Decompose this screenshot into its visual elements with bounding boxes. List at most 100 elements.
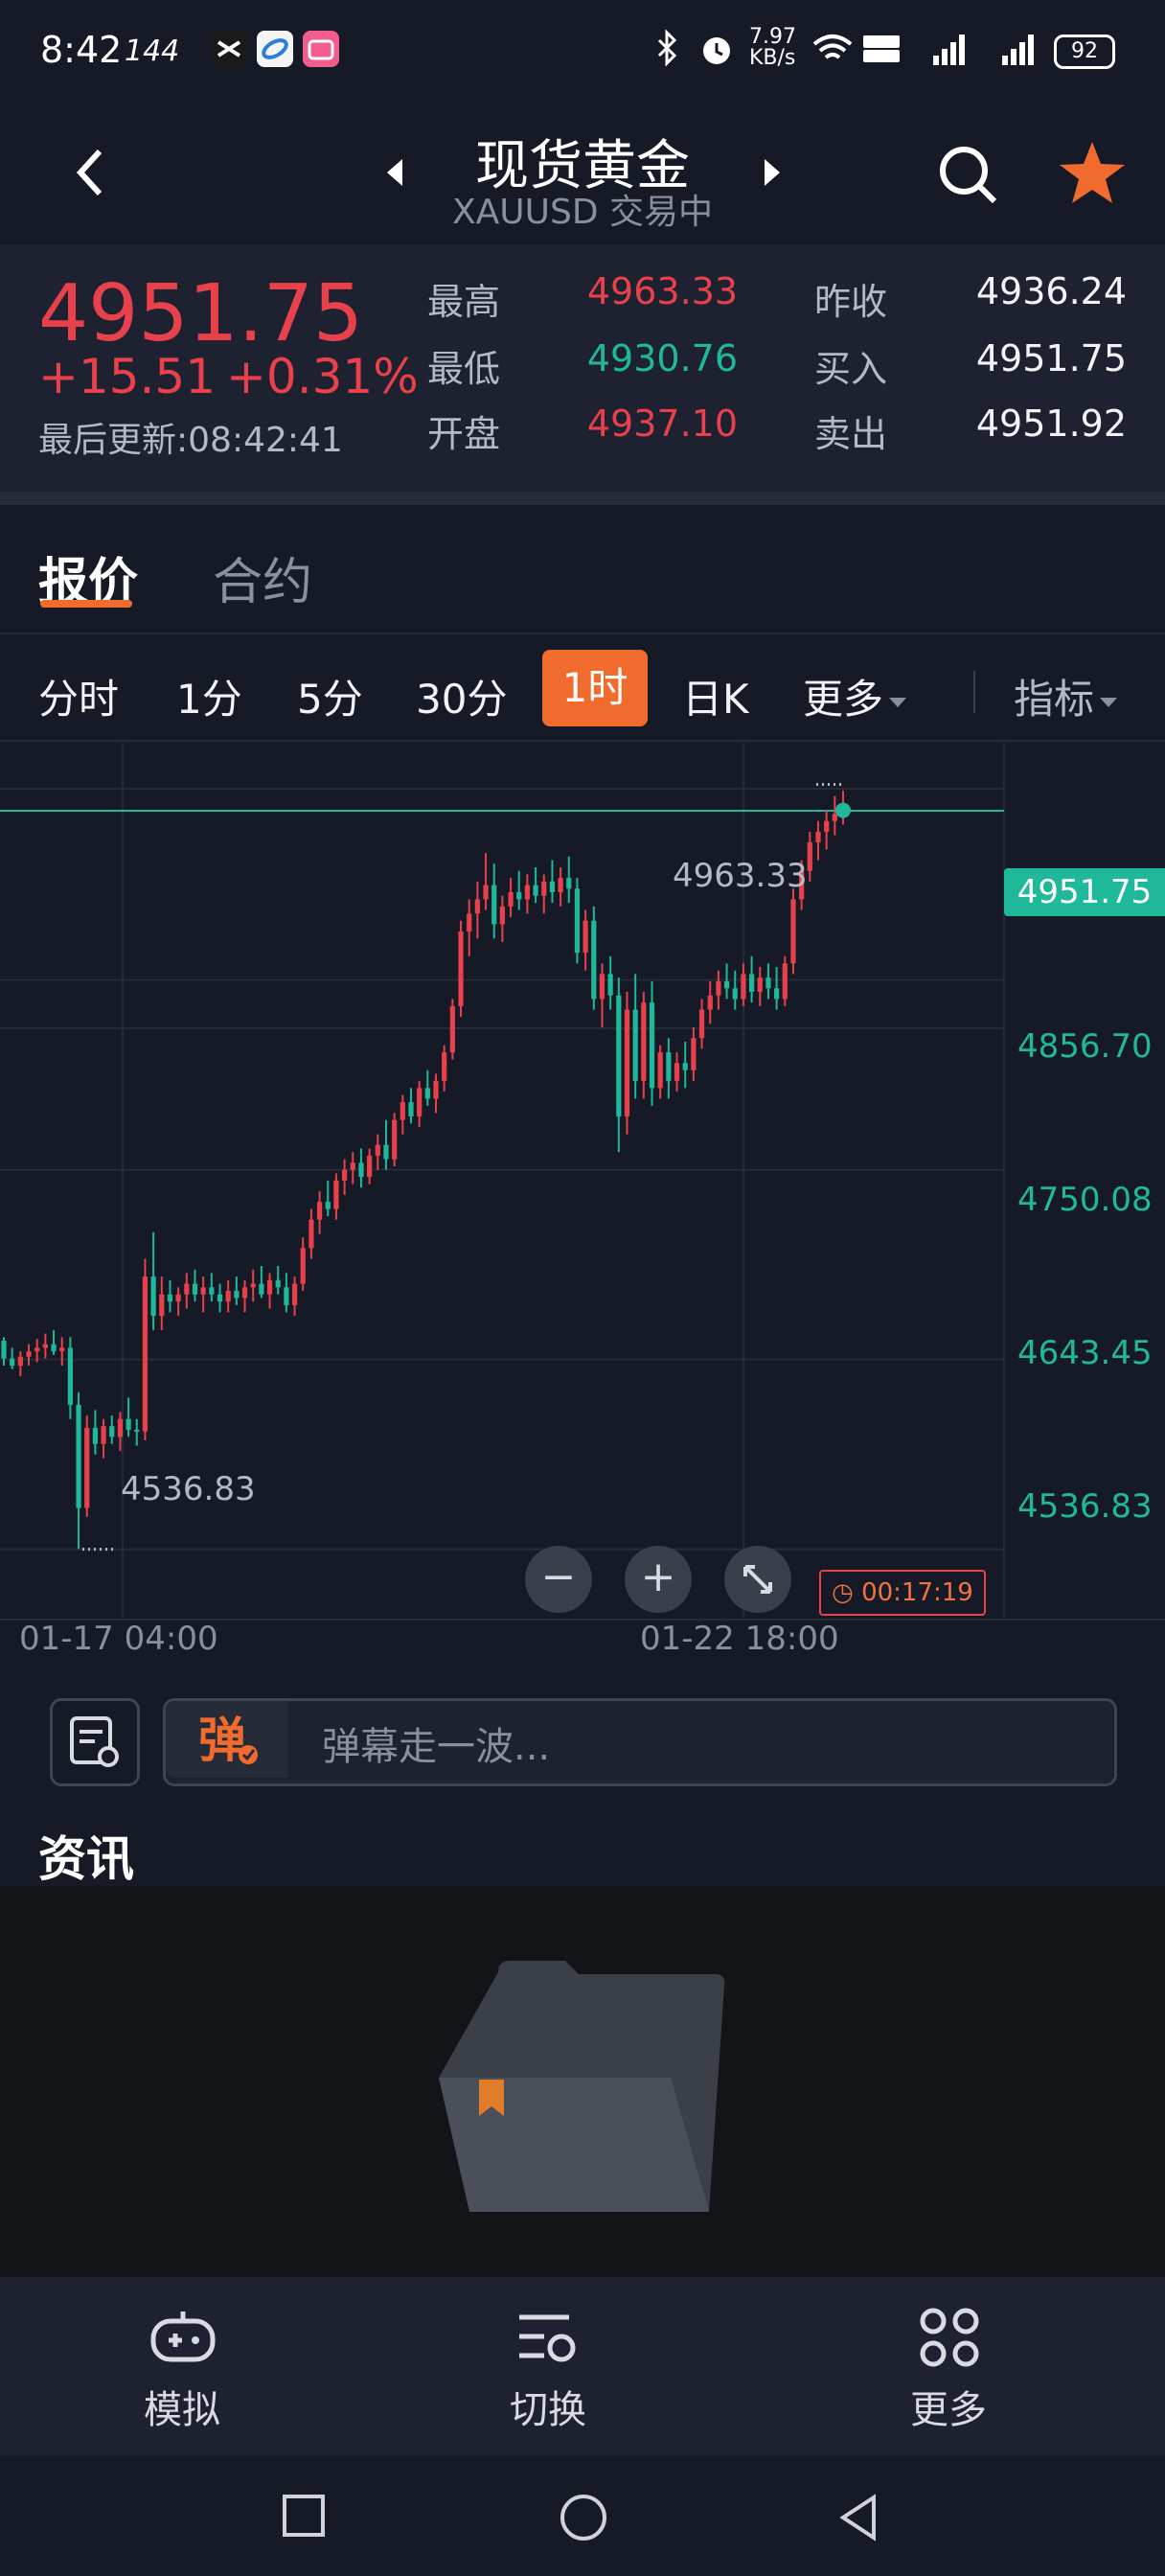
candle-body <box>184 1283 190 1295</box>
indicators-label: 指标 <box>1014 676 1095 723</box>
simulate-label[interactable]: 模拟 <box>86 2379 278 2434</box>
candle-body <box>442 1052 447 1081</box>
active-tab-indicator <box>40 600 132 608</box>
favorite-star-icon[interactable] <box>1058 138 1127 211</box>
interval-row-divider <box>0 740 1165 742</box>
status-bar: 8:42 144 7.97 KB/s 92 <box>0 0 1165 96</box>
back-nav-button[interactable] <box>835 2492 883 2547</box>
candle-body <box>383 1144 389 1160</box>
high-label: 最高 <box>427 281 501 323</box>
bid-label: 买入 <box>814 348 888 390</box>
y-tick-label: 4643.45 <box>1017 1334 1153 1372</box>
candle-body <box>342 1169 348 1181</box>
open-label: 开盘 <box>427 413 501 455</box>
indicators-dropdown[interactable]: 指标 <box>1014 661 1118 738</box>
candle-body <box>458 931 464 1006</box>
last-updated: 最后更新:08:42:41 <box>38 421 343 460</box>
candle-body <box>350 1162 355 1170</box>
next-symbol-button[interactable] <box>757 155 786 194</box>
switch-nav-item[interactable] <box>514 2304 581 2375</box>
interval-fenshi[interactable]: 分时 <box>38 661 119 738</box>
interval-30m[interactable]: 30分 <box>416 661 507 738</box>
expand-icon <box>743 1565 772 1594</box>
candle-body <box>142 1276 148 1432</box>
candle-body <box>167 1294 173 1302</box>
candle-body <box>76 1404 81 1508</box>
candle-body <box>467 913 472 932</box>
candle-body <box>790 899 796 964</box>
search-icon[interactable] <box>935 142 1002 213</box>
candle-body <box>533 885 538 896</box>
high-value: 4963.33 <box>586 270 738 312</box>
ask-value: 4951.92 <box>975 402 1127 445</box>
candle-body <box>59 1347 65 1352</box>
price-change-percent: +0.31% <box>226 349 419 404</box>
candle-body <box>417 1088 423 1116</box>
interval-1m[interactable]: 1分 <box>176 661 242 738</box>
min-price-marker: 4536.83 <box>121 1470 256 1508</box>
more-nav-item[interactable] <box>916 2304 983 2375</box>
candle-body <box>225 1291 231 1302</box>
zoom-in-button[interactable]: + <box>625 1546 692 1613</box>
candle-body <box>217 1294 223 1302</box>
interval-1h[interactable]: 1时 <box>542 650 648 726</box>
candle-body <box>574 888 581 954</box>
candle-body <box>209 1287 215 1295</box>
candle-body <box>109 1426 115 1438</box>
y-tick-label: 4856.70 <box>1017 1027 1153 1066</box>
candle-body <box>449 1005 455 1053</box>
svg-text:弹: 弹 <box>198 1713 246 1768</box>
candle-body <box>649 1002 655 1089</box>
interval-more-dropdown[interactable]: 更多 <box>803 661 907 738</box>
bluetooth-icon <box>653 29 682 71</box>
candle-body <box>607 974 613 996</box>
candle-body <box>308 1219 314 1249</box>
more-label[interactable]: 更多 <box>853 2379 1044 2434</box>
danmu-badge: 弹 <box>166 1701 288 1778</box>
candle-body <box>582 920 588 954</box>
candle-body <box>259 1283 264 1295</box>
candle-body <box>316 1202 323 1220</box>
candle-body <box>824 820 830 832</box>
fullscreen-button[interactable] <box>724 1546 791 1613</box>
net-speed: 7.97 KB/s <box>749 25 796 70</box>
recent-apps-button[interactable] <box>280 2492 328 2543</box>
section-divider <box>0 492 1165 505</box>
interval-5m[interactable]: 5分 <box>297 661 363 738</box>
simulate-nav-item[interactable] <box>149 2304 217 2375</box>
candle-body <box>807 842 812 871</box>
candle-body <box>483 885 489 900</box>
triangle-back-icon <box>839 2494 876 2542</box>
candle-body <box>757 978 763 992</box>
danmu-input[interactable] <box>163 1698 1117 1786</box>
candle-body <box>84 1428 90 1508</box>
candle-body <box>524 885 531 900</box>
gamepad-icon <box>150 2312 216 2362</box>
candle-body <box>765 978 771 989</box>
zoom-out-button[interactable]: − <box>525 1546 592 1613</box>
candle-body <box>291 1283 298 1305</box>
interval-day[interactable]: 日K <box>682 661 749 738</box>
more-grid-icon <box>920 2308 979 2367</box>
y-tick-label: 4750.08 <box>1017 1181 1153 1219</box>
bilibili-notification-icon <box>303 31 339 67</box>
candle-body <box>284 1287 289 1305</box>
candle-body <box>375 1144 380 1156</box>
candle-body <box>632 1009 638 1081</box>
tab-contract[interactable]: 合约 <box>213 541 312 613</box>
danmu-placeholder: 弹幕走一波... <box>322 1725 551 1769</box>
switch-label[interactable]: 切换 <box>452 2379 644 2434</box>
candle-body <box>101 1426 106 1444</box>
candle-body <box>159 1294 165 1316</box>
candle-body <box>42 1344 48 1348</box>
candle-body <box>558 878 563 892</box>
danmu-icon: 弹 <box>198 1713 258 1768</box>
candle-body <box>549 881 556 892</box>
low-value: 4930.76 <box>586 337 738 380</box>
candle-body <box>150 1276 156 1316</box>
bid-value: 4951.75 <box>975 337 1127 380</box>
candle-body <box>732 988 738 1000</box>
danmu-settings-button[interactable] <box>50 1698 140 1786</box>
candle-body <box>774 988 780 1000</box>
home-button[interactable] <box>558 2492 609 2547</box>
